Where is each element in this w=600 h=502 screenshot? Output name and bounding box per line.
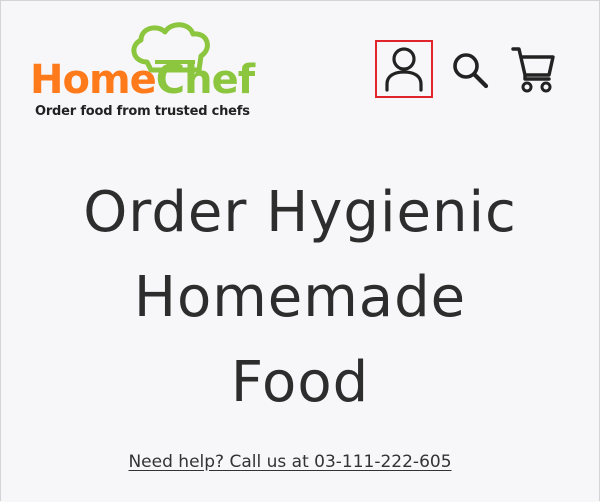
search-button[interactable]	[448, 48, 492, 92]
account-button[interactable]	[375, 40, 433, 98]
hero-title-line-3: Food	[230, 350, 370, 415]
homechef-logo[interactable]: HomeChef Order food from trusted chefs	[30, 20, 270, 125]
hero-title-line-1: Order Hygienic	[83, 180, 517, 245]
cart-button[interactable]	[510, 44, 558, 94]
user-icon	[385, 47, 423, 92]
brand-home: Home	[30, 57, 157, 103]
brand-chef: Chef	[155, 57, 255, 103]
help-phone-link[interactable]: Need help? Call us at 03-111-222-605	[0, 452, 580, 472]
search-icon	[453, 53, 489, 89]
brand-name: HomeChef	[30, 56, 255, 104]
tagline: Order food from trusted chefs	[35, 104, 250, 119]
cart-icon	[511, 47, 555, 93]
hero-title: Order Hygienic Homemade Food	[0, 170, 600, 425]
hero-title-line-2: Homemade	[133, 265, 467, 330]
